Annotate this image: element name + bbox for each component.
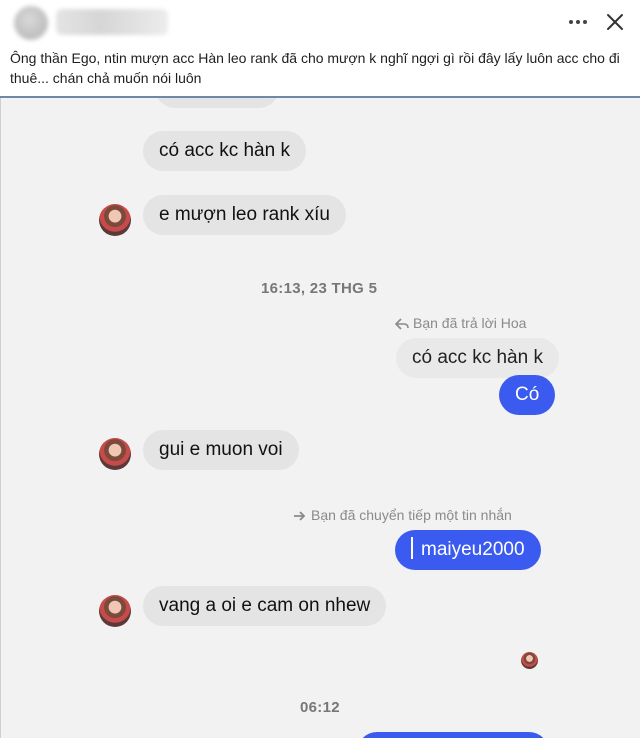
chat-border <box>0 98 1 738</box>
reply-indicator-text: Bạn đã trả lời Hoa <box>413 315 527 331</box>
reply-arrow-icon <box>394 318 409 330</box>
forwarded-message-bubble: maiyeu2000 <box>395 530 541 570</box>
contact-avatar <box>99 204 131 236</box>
forward-indicator-text: Bạn đã chuyển tiếp một tin nhắn <box>311 507 512 523</box>
more-horizontal-icon[interactable] <box>566 10 590 34</box>
timestamp: 16:13, 23 THG 5 <box>261 280 378 297</box>
partial-message-bubble <box>155 98 279 108</box>
message-bubble-incoming: vang a oi e cam on nhew <box>143 586 387 626</box>
message-bubble-outgoing: Có <box>499 375 556 415</box>
post-caption: Ông thần Ego, ntin mượn acc Hàn leo rank… <box>10 50 620 86</box>
contact-avatar <box>99 595 131 627</box>
blurred-author-name <box>56 9 168 35</box>
post-header <box>0 0 640 44</box>
message-bubble-incoming: e mượn leo rank xíu <box>143 195 346 235</box>
message-bubble-incoming: gui e muon voi <box>143 430 299 470</box>
forward-indicator: Bạn đã chuyển tiếp một tin nhắn <box>293 507 512 523</box>
blurred-avatar <box>14 6 48 40</box>
close-icon[interactable] <box>603 10 627 34</box>
seen-avatar <box>521 652 538 669</box>
forward-arrow-icon <box>294 511 306 521</box>
partial-message-bubble-outgoing <box>357 732 549 738</box>
contact-avatar <box>99 438 131 470</box>
forwarded-message-text: maiyeu2000 <box>421 539 525 560</box>
quoted-message-bubble: có acc kc hàn k <box>396 338 559 378</box>
chat-screenshot: có acc kc hàn k e mượn leo rank xíu 16:1… <box>0 98 640 738</box>
reply-indicator: Bạn đã trả lời Hoa <box>394 315 527 331</box>
timestamp: 06:12 <box>300 699 340 716</box>
message-bubble-incoming: có acc kc hàn k <box>143 131 306 171</box>
forward-bar <box>411 537 413 560</box>
